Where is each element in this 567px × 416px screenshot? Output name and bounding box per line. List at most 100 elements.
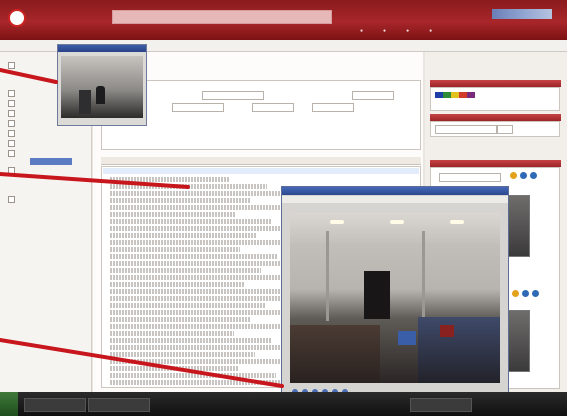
filter-select[interactable] bbox=[435, 125, 497, 134]
sidebar-item[interactable] bbox=[8, 100, 18, 107]
desk bbox=[290, 325, 380, 383]
checkbox-icon[interactable] bbox=[8, 130, 15, 137]
taskbar-item[interactable] bbox=[24, 398, 86, 412]
pillar bbox=[422, 231, 425, 321]
log-line[interactable] bbox=[110, 324, 287, 329]
taskbar-item[interactable] bbox=[88, 398, 150, 412]
sidebar-item[interactable] bbox=[8, 90, 18, 97]
log-row-selected[interactable] bbox=[103, 168, 419, 174]
sidebar-item[interactable] bbox=[8, 62, 18, 69]
log-line[interactable] bbox=[110, 268, 261, 273]
log-line[interactable] bbox=[110, 205, 288, 210]
checkbox-icon[interactable] bbox=[8, 110, 15, 117]
sidebar-item[interactable] bbox=[8, 150, 18, 157]
form-field[interactable] bbox=[252, 103, 294, 112]
camera-control-icon[interactable] bbox=[510, 172, 517, 179]
popup-menubar[interactable] bbox=[282, 196, 508, 203]
log-line[interactable] bbox=[110, 303, 266, 308]
filter-panel bbox=[430, 121, 560, 137]
legend-swatch bbox=[467, 92, 475, 98]
checkbox-icon[interactable] bbox=[8, 140, 15, 147]
video-frame-large bbox=[290, 213, 500, 383]
sidebar-item-selected[interactable] bbox=[30, 158, 72, 165]
log-line[interactable] bbox=[110, 233, 256, 238]
camera-control-icon[interactable] bbox=[520, 172, 527, 179]
form-field[interactable] bbox=[202, 91, 264, 100]
settings-icon[interactable]: ● bbox=[383, 28, 386, 34]
camera-control-icon[interactable] bbox=[530, 172, 537, 179]
log-line[interactable] bbox=[110, 184, 267, 189]
doorway bbox=[364, 271, 390, 319]
camera-control-icon[interactable] bbox=[532, 290, 539, 297]
log-line[interactable] bbox=[110, 275, 298, 280]
search-input[interactable] bbox=[112, 10, 332, 24]
log-line[interactable] bbox=[110, 359, 292, 364]
checkbox-icon[interactable] bbox=[8, 150, 15, 157]
log-line[interactable] bbox=[110, 310, 303, 315]
log-line[interactable] bbox=[110, 345, 308, 350]
log-line[interactable] bbox=[110, 254, 277, 259]
folder-icon bbox=[8, 62, 15, 69]
popup-titlebar[interactable] bbox=[282, 187, 508, 195]
legend-panel bbox=[430, 87, 560, 111]
logout-icon[interactable]: ● bbox=[429, 28, 432, 34]
form-field[interactable] bbox=[312, 103, 354, 112]
taskbar-item[interactable] bbox=[410, 398, 472, 412]
logo-icon bbox=[8, 9, 26, 27]
filter-select[interactable] bbox=[497, 125, 513, 134]
log-line[interactable] bbox=[110, 373, 276, 378]
log-line[interactable] bbox=[110, 352, 255, 357]
log-line[interactable] bbox=[110, 240, 293, 245]
camera-thumbnail[interactable] bbox=[506, 195, 530, 257]
user-icon[interactable]: ● bbox=[360, 28, 363, 34]
legend-swatch bbox=[435, 92, 443, 98]
panel-header bbox=[430, 160, 561, 167]
legend-swatch bbox=[443, 92, 451, 98]
ceiling-light bbox=[450, 220, 464, 224]
log-line[interactable] bbox=[110, 331, 234, 336]
checkbox-icon[interactable] bbox=[8, 100, 15, 107]
form-panel bbox=[101, 80, 421, 150]
log-line[interactable] bbox=[110, 212, 235, 217]
camera-icon bbox=[8, 167, 15, 174]
windows-start-icon[interactable] bbox=[0, 392, 18, 416]
sidebar-item[interactable] bbox=[8, 110, 18, 117]
checkbox-icon[interactable] bbox=[8, 120, 15, 127]
log-line[interactable] bbox=[110, 338, 271, 343]
form-field[interactable] bbox=[352, 91, 394, 100]
sidebar-item[interactable] bbox=[8, 130, 18, 137]
log-line[interactable] bbox=[110, 247, 240, 252]
checkbox-icon[interactable] bbox=[8, 90, 15, 97]
taskbar bbox=[0, 392, 567, 416]
video-popup-large[interactable] bbox=[281, 186, 509, 400]
log-tabs bbox=[101, 157, 421, 165]
sidebar-item[interactable] bbox=[8, 120, 18, 127]
form-field[interactable] bbox=[172, 103, 224, 112]
camera-control-icon[interactable] bbox=[512, 290, 519, 297]
pillar bbox=[326, 231, 329, 321]
log-line[interactable] bbox=[110, 317, 250, 322]
ceiling bbox=[290, 213, 500, 243]
help-icon[interactable]: ● bbox=[406, 28, 409, 34]
video-popup-small[interactable] bbox=[57, 44, 147, 126]
panel-header bbox=[430, 114, 561, 121]
log-line[interactable] bbox=[110, 219, 272, 224]
sidebar-item[interactable] bbox=[8, 196, 18, 203]
header-banner-graphic bbox=[492, 9, 552, 19]
log-line[interactable] bbox=[110, 282, 245, 287]
log-line[interactable] bbox=[110, 177, 230, 182]
camera-control-icon[interactable] bbox=[522, 290, 529, 297]
log-line[interactable] bbox=[110, 226, 309, 231]
person-figure bbox=[79, 90, 91, 114]
camera-thumbnail[interactable] bbox=[506, 310, 530, 372]
log-line[interactable] bbox=[110, 289, 282, 294]
person-figure bbox=[96, 86, 105, 104]
camera-select[interactable] bbox=[439, 173, 501, 182]
sidebar-item[interactable] bbox=[8, 140, 18, 147]
sidebar-item[interactable] bbox=[8, 167, 18, 174]
legend-swatch bbox=[451, 92, 459, 98]
log-line[interactable] bbox=[110, 366, 239, 371]
log-line[interactable] bbox=[110, 198, 251, 203]
popup-titlebar[interactable] bbox=[58, 45, 146, 52]
log-line[interactable] bbox=[110, 191, 304, 196]
